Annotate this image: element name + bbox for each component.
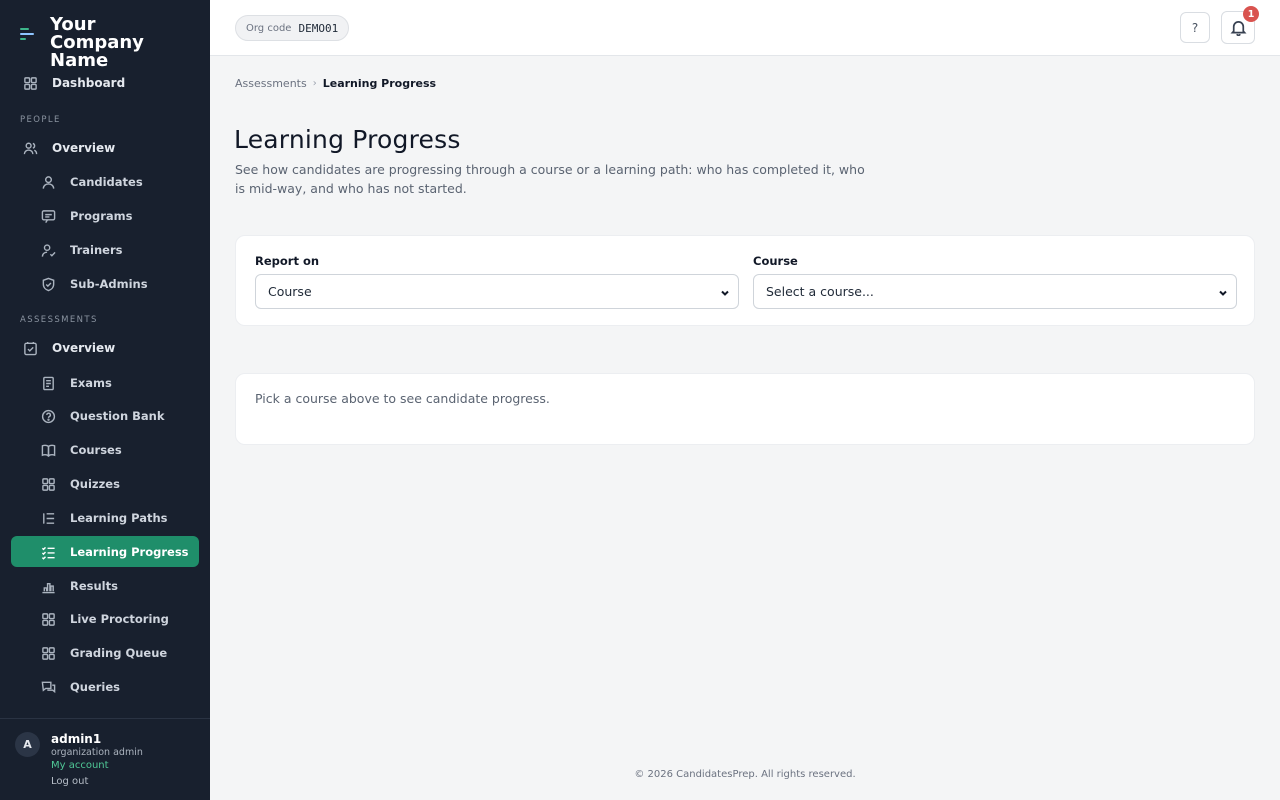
report-on-label: Report on (255, 254, 320, 268)
users-icon (22, 140, 38, 156)
sidebar-item-label: Dashboard (52, 76, 126, 90)
breadcrumb-separator: › (312, 78, 317, 89)
sidebar-item-dashboard[interactable]: Dashboard (22, 67, 125, 99)
filters-card: Report on Course Course Select a course.… (235, 235, 1255, 326)
sidebar-item-label: Learning Progress (70, 545, 189, 559)
sidebar-item-people-overview[interactable]: Overview (22, 132, 115, 164)
sidebar-item-question-bank[interactable]: Question Bank (40, 400, 165, 432)
sidebar-item-label: Courses (70, 443, 122, 457)
book-icon (40, 442, 56, 458)
user-panel: A admin1 organization admin My account L… (0, 718, 210, 800)
sidebar-item-label: Quizzes (70, 477, 120, 491)
user-role: organization admin (51, 747, 143, 758)
grid-icon (40, 611, 56, 627)
breadcrumb: Assessments › Learning Progress (235, 77, 436, 90)
sidebar-item-sub-admins[interactable]: Sub-Admins (40, 268, 148, 300)
document-icon (40, 375, 56, 391)
chat-icon (40, 208, 56, 224)
notification-badge: 1 (1243, 6, 1259, 22)
user-icon (40, 174, 56, 190)
org-code-pill: Org code DEMO01 (235, 15, 350, 41)
sidebar: Your Company Name Dashboard PEOPLE Overv… (0, 0, 210, 800)
help-button[interactable]: ? (1180, 12, 1210, 43)
sidebar-item-trainers[interactable]: Trainers (40, 234, 122, 266)
sidebar-item-label: Programs (70, 209, 133, 223)
sidebar-item-candidates[interactable]: Candidates (40, 166, 143, 198)
sidebar-item-label: Candidates (70, 175, 143, 189)
chevron-down-icon (720, 286, 730, 296)
page-footer: © 2026 CandidatesPrep. All rights reserv… (634, 769, 856, 780)
sidebar-item-label: Live Proctoring (70, 612, 169, 626)
sidebar-item-label: Grading Queue (70, 646, 168, 660)
empty-state-card: Pick a course above to see candidate pro… (235, 373, 1255, 445)
shield-icon (40, 276, 56, 292)
course-value: Select a course... (766, 284, 874, 299)
chevron-down-icon (1218, 286, 1228, 296)
checklist-icon (40, 544, 56, 560)
sidebar-item-label: Sub-Admins (70, 277, 148, 291)
chat-icon (40, 679, 56, 695)
empty-state-message: Pick a course above to see candidate pro… (255, 391, 550, 406)
grid-icon (22, 75, 38, 91)
chart-icon (40, 578, 56, 594)
list-icon (40, 510, 56, 526)
section-label-people: PEOPLE (20, 115, 61, 125)
section-label-assessments: ASSESSMENTS (20, 315, 98, 325)
bell-icon (1230, 19, 1247, 36)
sidebar-item-label: Question Bank (70, 409, 165, 423)
sidebar-item-exams[interactable]: Exams (40, 367, 112, 399)
sidebar-item-label: Learning Paths (70, 511, 168, 525)
sidebar-item-learning-progress[interactable]: Learning Progress (40, 536, 189, 568)
course-label: Course (753, 254, 798, 268)
report-on-value: Course (268, 284, 312, 299)
sidebar-item-assessments-overview[interactable]: Overview (22, 332, 115, 364)
org-code-value: DEMO01 (298, 21, 339, 35)
grid-icon (40, 645, 56, 661)
breadcrumb-assessments[interactable]: Assessments (235, 77, 307, 90)
sidebar-item-label: Exams (70, 376, 112, 390)
org-code-label: Org code (246, 22, 292, 34)
brand-name: Your Company Name (50, 14, 144, 71)
sidebar-item-grading-queue[interactable]: Grading Queue (40, 637, 167, 669)
logo-icon (20, 26, 38, 42)
question-circle-icon (40, 408, 56, 424)
sidebar-item-courses[interactable]: Courses (40, 434, 122, 466)
user-name: admin1 (51, 732, 102, 746)
sidebar-item-learning-paths[interactable]: Learning Paths (40, 502, 168, 534)
sidebar-item-programs[interactable]: Programs (40, 200, 133, 232)
course-select[interactable]: Select a course... (753, 274, 1237, 309)
topbar: Org code DEMO01 ? 1 (210, 0, 1280, 56)
report-on-select[interactable]: Course (255, 274, 739, 309)
page-description: See how candidates are progressing throu… (235, 162, 865, 196)
grid-icon (40, 476, 56, 492)
sidebar-item-results[interactable]: Results (40, 570, 118, 602)
breadcrumb-current: Learning Progress (322, 77, 437, 90)
sidebar-item-label: Overview (52, 141, 116, 155)
page-title: Learning Progress (234, 125, 461, 154)
my-account-link[interactable]: My account (51, 760, 109, 771)
user-check-icon (40, 242, 56, 258)
sidebar-item-label: Overview (52, 341, 116, 355)
checkbox-icon (22, 340, 38, 356)
sidebar-item-queries[interactable]: Queries (40, 671, 120, 703)
brand[interactable]: Your Company Name (20, 16, 190, 70)
sidebar-item-label: Queries (70, 680, 121, 694)
logout-link[interactable]: Log out (51, 776, 88, 787)
sidebar-item-label: Results (70, 579, 118, 593)
sidebar-item-label: Trainers (70, 243, 123, 257)
sidebar-item-quizzes[interactable]: Quizzes (40, 468, 120, 500)
avatar[interactable]: A (15, 732, 40, 757)
sidebar-item-live-proctoring[interactable]: Live Proctoring (40, 603, 169, 635)
